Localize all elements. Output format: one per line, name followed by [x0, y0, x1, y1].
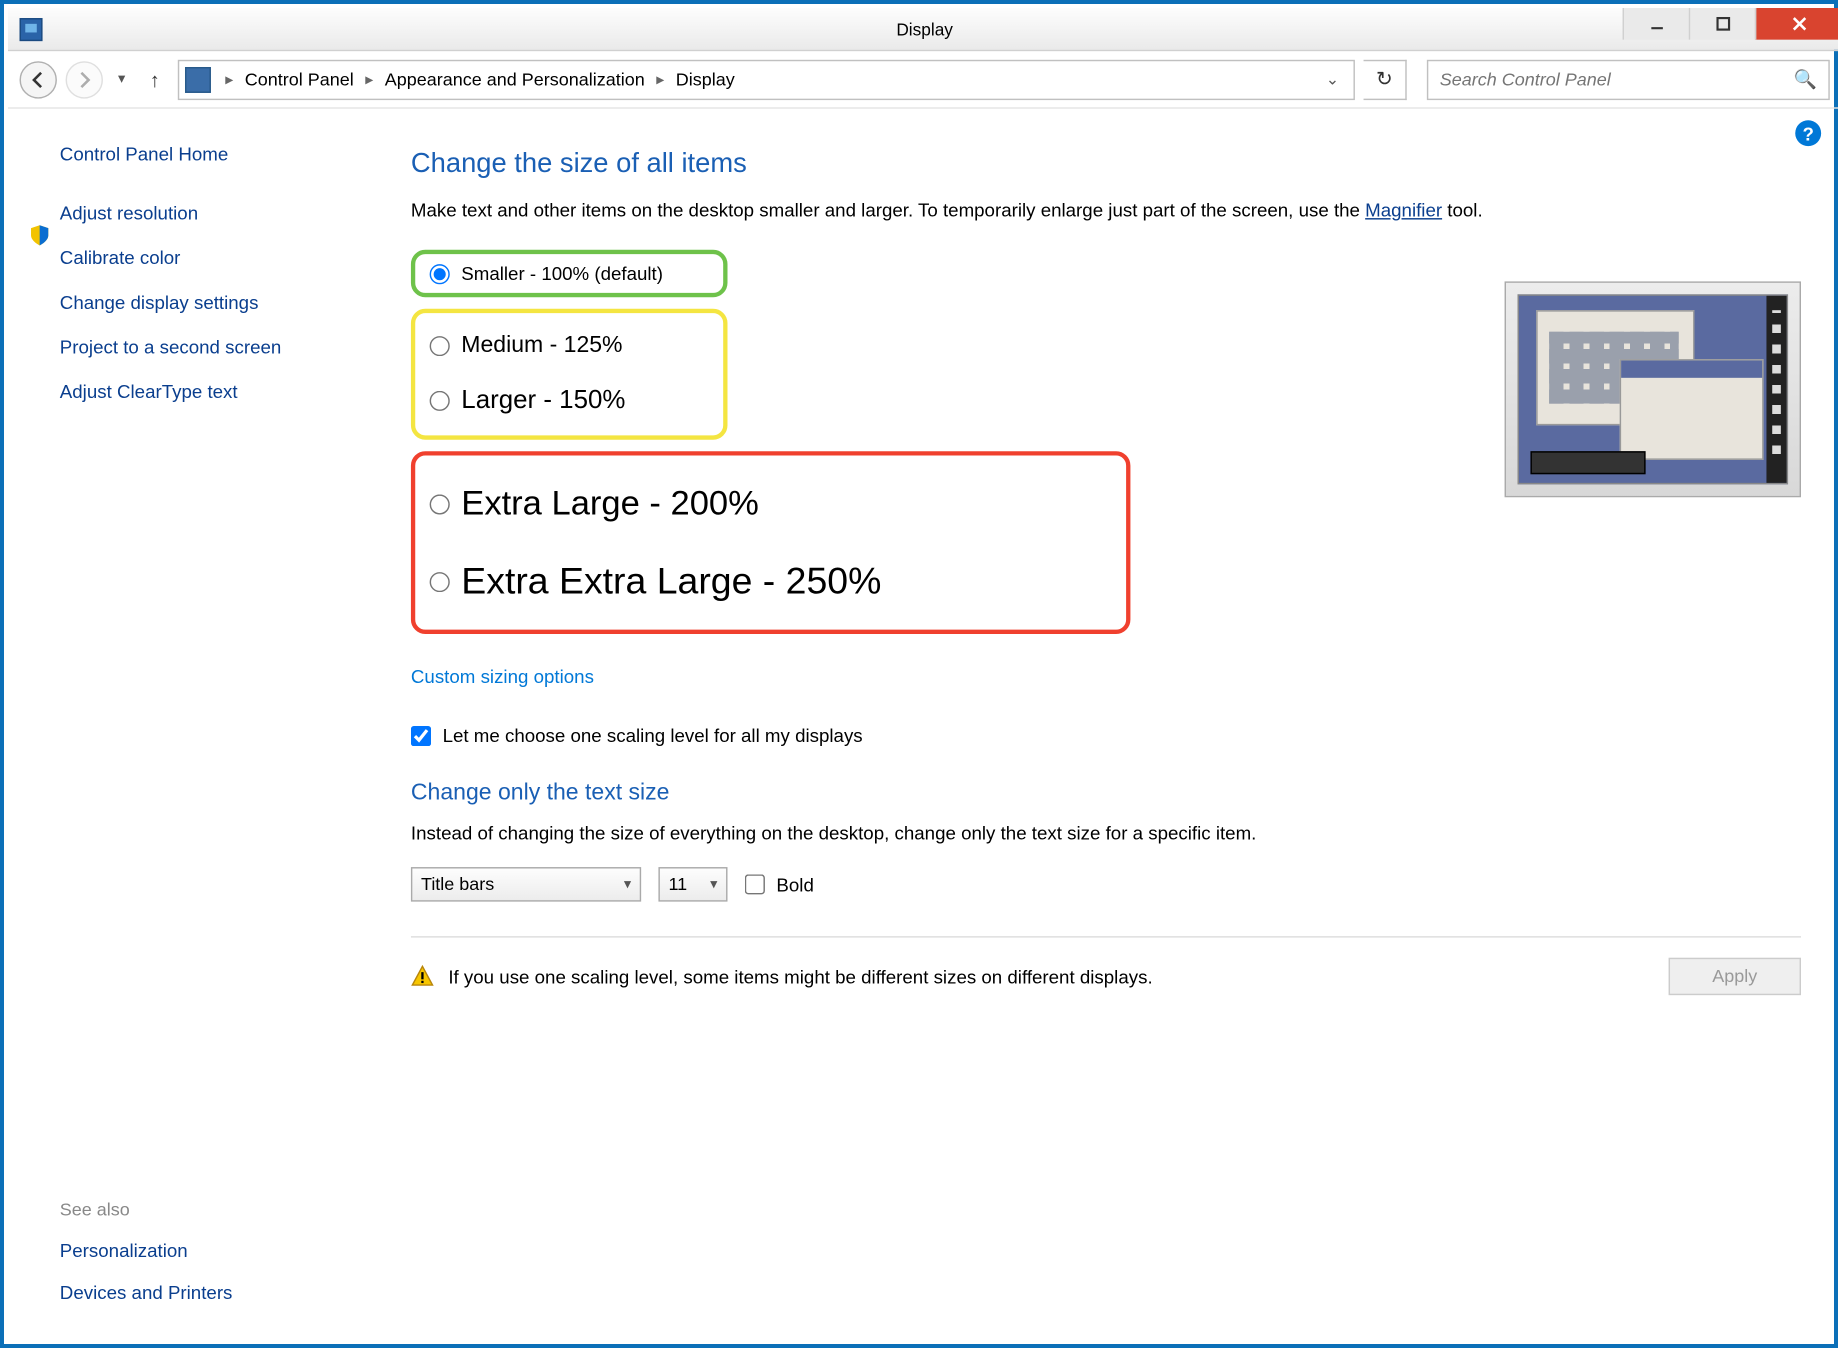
- app-icon: [20, 17, 43, 40]
- magnifier-link[interactable]: Magnifier: [1365, 199, 1442, 221]
- sidebar: Control Panel Home Adjust resolution Cal…: [8, 109, 411, 1349]
- sidebar-adjust-cleartype[interactable]: Adjust ClearType text: [60, 381, 391, 403]
- one-scaling-checkbox[interactable]: [411, 726, 431, 746]
- sidebar-project-second-screen[interactable]: Project to a second screen: [60, 336, 391, 358]
- navbar: ▾ ↑ ▸ Control Panel ▸ Appearance and Per…: [8, 51, 1838, 109]
- search-input[interactable]: [1440, 69, 1794, 89]
- bold-label: Bold: [776, 874, 813, 896]
- back-button[interactable]: [20, 61, 57, 98]
- sidebar-home[interactable]: Control Panel Home: [60, 143, 391, 165]
- radio-extra-extra-large-250[interactable]: Extra Extra Large - 250%: [430, 559, 1112, 604]
- chevron-right-icon: ▸: [651, 70, 670, 89]
- radio-extra-large-200[interactable]: Extra Large - 200%: [430, 485, 1112, 525]
- text-size-description: Instead of changing the size of everythi…: [411, 821, 1533, 847]
- item-dropdown[interactable]: Title bars: [411, 868, 641, 903]
- apply-button[interactable]: Apply: [1669, 958, 1801, 995]
- radio-smaller-100[interactable]: Smaller - 100% (default): [430, 263, 709, 285]
- search-icon: 🔍: [1794, 68, 1817, 91]
- sidebar-adjust-resolution[interactable]: Adjust resolution: [60, 202, 391, 224]
- main-content: Change the size of all items Make text a…: [411, 109, 1838, 1349]
- section-heading-text-size: Change only the text size: [411, 781, 1801, 807]
- shield-icon: [28, 224, 51, 247]
- window-title: Display: [896, 19, 953, 39]
- address-dropdown[interactable]: ⌄: [1317, 70, 1348, 89]
- one-scaling-label: Let me choose one scaling level for all …: [443, 725, 863, 747]
- chevron-right-icon: ▸: [360, 70, 379, 89]
- address-bar[interactable]: ▸ Control Panel ▸ Appearance and Persona…: [178, 59, 1355, 99]
- custom-sizing-link[interactable]: Custom sizing options: [411, 666, 594, 688]
- radio-medium-125[interactable]: Medium - 125%: [430, 333, 709, 359]
- see-also-devices-printers[interactable]: Devices and Printers: [60, 1282, 233, 1304]
- warning-icon: [411, 965, 434, 988]
- see-also-header: See also: [60, 1199, 233, 1219]
- recent-dropdown[interactable]: ▾: [112, 71, 132, 87]
- close-button[interactable]: [1755, 8, 1838, 40]
- size-dropdown[interactable]: 11: [658, 868, 727, 903]
- location-icon: [185, 66, 211, 92]
- breadcrumb-appearance[interactable]: Appearance and Personalization: [382, 69, 648, 89]
- minimize-button[interactable]: [1623, 8, 1689, 40]
- up-button[interactable]: ↑: [140, 65, 169, 94]
- search-box[interactable]: 🔍: [1427, 59, 1830, 99]
- display-preview: [1505, 281, 1801, 497]
- forward-button[interactable]: [66, 61, 103, 98]
- see-also-personalization[interactable]: Personalization: [60, 1240, 233, 1262]
- sidebar-calibrate-color[interactable]: Calibrate color: [60, 247, 391, 269]
- bold-checkbox[interactable]: [745, 875, 765, 895]
- breadcrumb-control-panel[interactable]: Control Panel: [242, 69, 357, 89]
- breadcrumb-display[interactable]: Display: [673, 69, 738, 89]
- page-heading: Change the size of all items: [411, 149, 1801, 181]
- sidebar-change-display-settings[interactable]: Change display settings: [60, 291, 391, 313]
- refresh-button[interactable]: ↻: [1364, 59, 1407, 99]
- page-description: Make text and other items on the desktop…: [411, 198, 1533, 224]
- chevron-right-icon: ▸: [220, 70, 239, 89]
- radio-larger-150[interactable]: Larger - 150%: [430, 385, 709, 415]
- titlebar: Display: [8, 8, 1838, 51]
- warning-text: If you use one scaling level, some items…: [448, 966, 1654, 988]
- maximize-button[interactable]: [1689, 8, 1755, 40]
